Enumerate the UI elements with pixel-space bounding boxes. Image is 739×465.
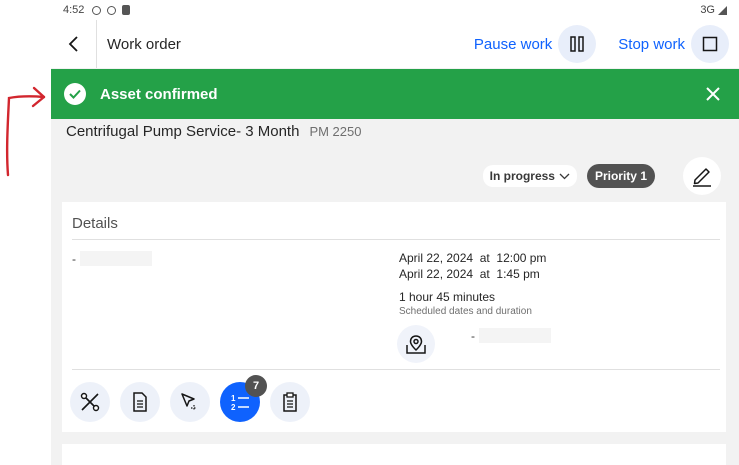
chevron-left-icon [68,36,78,52]
status-value: In progress [489,169,555,183]
network-type: 3G [700,4,715,16]
stop-work-button[interactable]: Stop work [618,25,729,63]
pointer-icon [181,393,197,411]
device-screen: 4:52 3G Work order Pause work Stop work [51,0,739,465]
priority-badge: Priority 1 [586,164,655,188]
stop-work-label: Stop work [618,35,685,53]
duration: 1 hour 45 minutes [399,290,496,304]
annotation-arrow [5,86,46,177]
sd-card-icon [122,5,131,15]
dnd-icon [107,5,117,15]
signal-icon [718,5,727,15]
pause-work-label: Pause work [473,35,553,53]
work-order-description: Centrifugal Pump Service- 3 Month [66,123,300,140]
clipboard-button[interactable] [270,382,310,422]
app-header: Work order Pause work Stop work [51,20,739,68]
left-value-text: - [72,251,76,266]
pause-work-button[interactable]: Pause work [473,25,597,63]
stop-icon [691,25,729,63]
redacted-field [80,251,152,266]
task-list-button[interactable]: 1 2 7 [220,375,267,422]
status-time: 4:52 [63,4,85,16]
details-left-value: - [72,251,152,266]
task-list-icon: 1 2 [231,394,249,412]
divider [72,239,720,240]
page-title: Work order [107,35,181,53]
duration-caption: Scheduled dates and duration [399,306,532,317]
close-icon[interactable] [705,86,721,102]
back-button[interactable] [51,20,97,68]
clipboard-icon [283,392,297,412]
location-value-text: - [471,328,475,343]
location-button[interactable] [397,325,435,363]
status-bar: 4:52 3G [51,0,739,20]
status-dropdown[interactable]: In progress [482,165,577,187]
work-order-title: Centrifugal Pump Service- 3 Month PM 2250 [66,123,361,140]
tools-icon [80,392,100,412]
task-count-badge: 7 [245,375,267,397]
tools-button[interactable] [70,382,110,422]
work-order-id: PM 2250 [309,124,362,139]
end-datetime: April 22, 2024 at 1:45 pm [399,267,540,281]
success-toast: Asset confirmed [51,69,739,119]
notification-icon [92,5,102,15]
pencil-icon [693,168,711,187]
chevron-down-icon [559,173,570,179]
redacted-field [479,328,551,343]
svg-text:1: 1 [231,394,236,403]
edit-button[interactable] [683,157,721,195]
document-button[interactable] [120,382,160,422]
schedule-block: April 22, 2024 at 12:00 pm April 22, 202… [399,250,546,319]
pointer-button[interactable] [170,382,210,422]
checkmark-icon [64,83,86,105]
details-heading: Details [72,215,118,232]
location-value: - [471,328,551,343]
map-pin-icon [406,335,426,354]
status-row: In progress Priority 1 [482,157,721,195]
divider [72,369,720,370]
document-icon [133,392,147,412]
pause-icon [558,25,597,63]
details-card: Details - April 22, 2024 at 12:00 pm Apr… [62,202,726,432]
start-datetime: April 22, 2024 at 12:00 pm [399,251,547,265]
tool-bar: 1 2 7 [70,375,310,422]
next-card [62,444,726,465]
toast-message: Asset confirmed [100,85,218,103]
svg-text:2: 2 [231,403,236,412]
